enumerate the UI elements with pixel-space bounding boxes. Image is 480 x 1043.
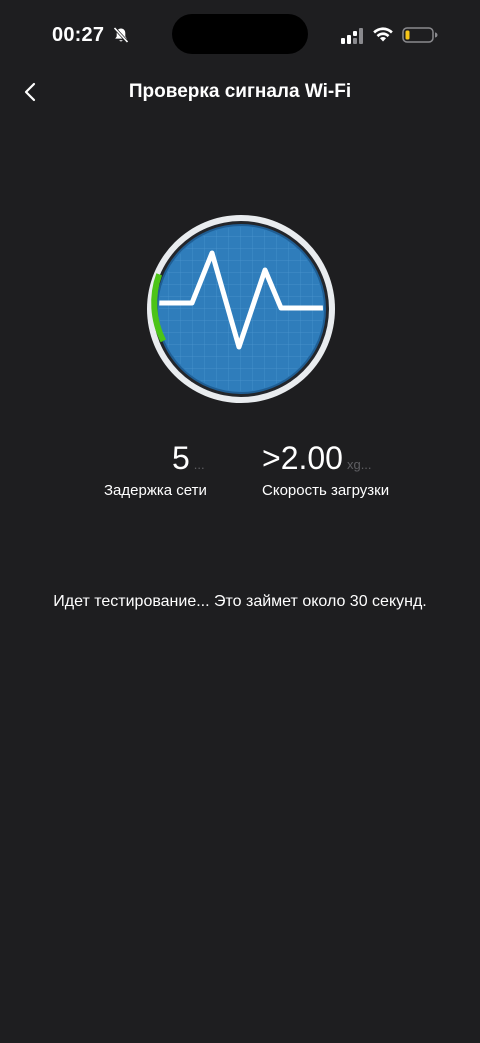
download-speed-label: Скорость загрузки xyxy=(262,482,390,499)
page-title: Проверка сигнала Wi-Fi xyxy=(128,81,352,102)
status-bar: 00:27 xyxy=(0,0,480,70)
dynamic-island xyxy=(172,14,308,54)
download-speed-unit: xg... xyxy=(346,457,372,472)
cellular-signal-icon xyxy=(341,28,363,44)
download-speed-value: >2.00 xyxy=(262,440,343,476)
status-time: 00:27 xyxy=(52,24,105,46)
bell-muted-icon xyxy=(113,26,129,44)
signal-test-gauge xyxy=(147,215,335,403)
wifi-icon xyxy=(373,27,393,42)
latency-label: Задержка сети xyxy=(104,482,207,499)
battery-icon xyxy=(402,27,438,43)
navigation-bar: Проверка сигнала Wi-Fi xyxy=(0,70,480,114)
latency-value: 5 xyxy=(172,440,190,476)
testing-status-message: Идет тестирование... Это займет около 30… xyxy=(53,593,427,610)
latency-unit: ... xyxy=(193,457,205,472)
